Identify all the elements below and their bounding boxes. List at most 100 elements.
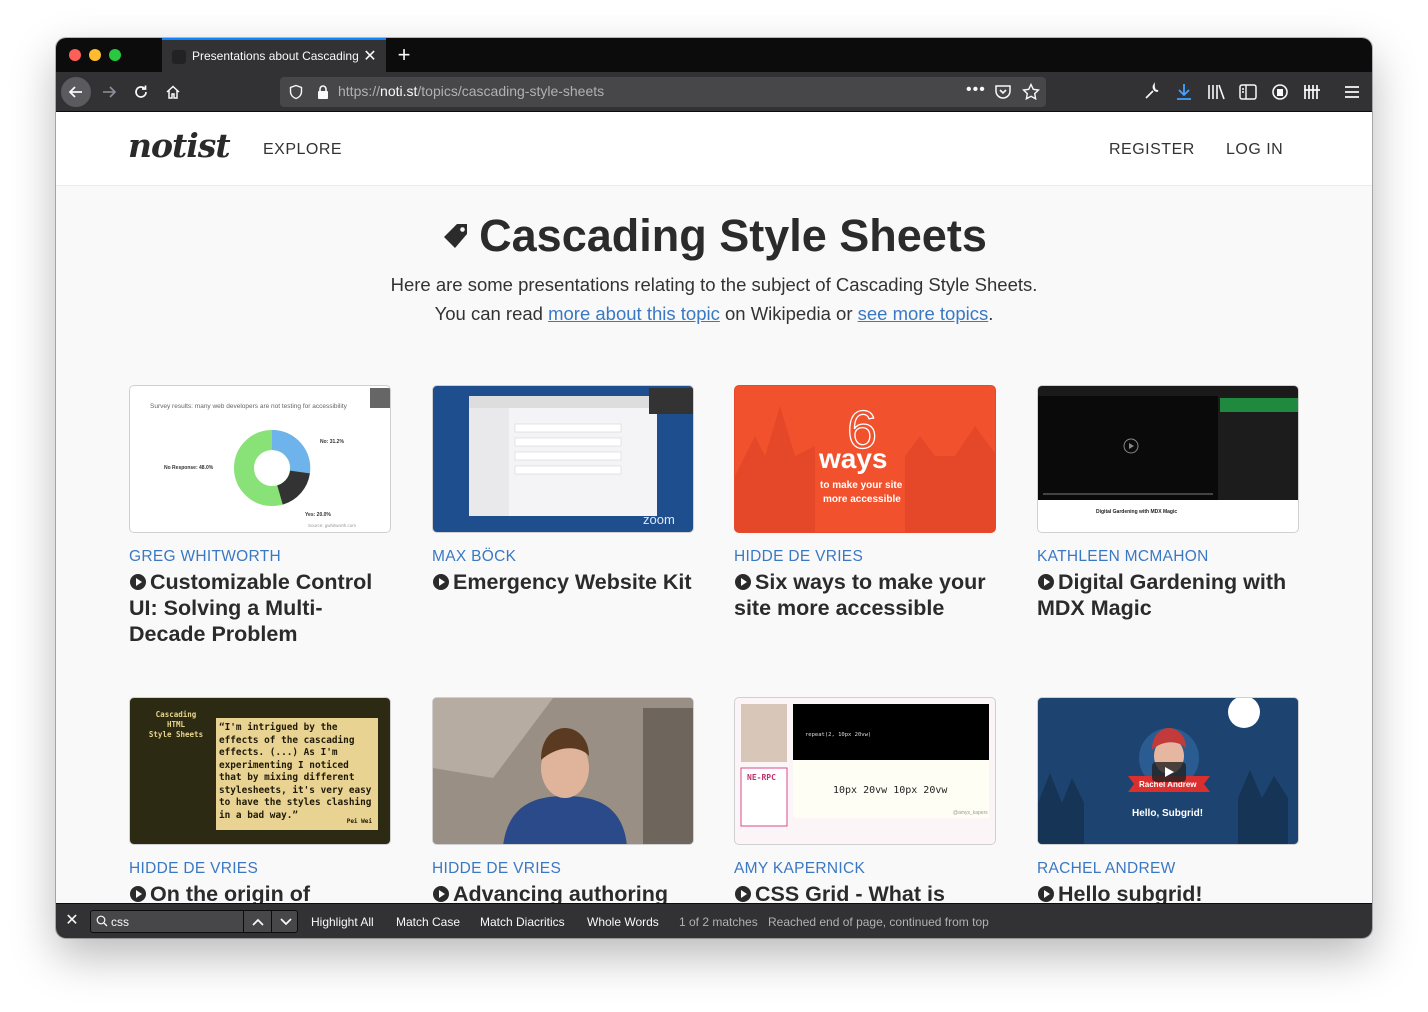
presentation-author[interactable]: HIDDE DE VRIES [129,860,391,878]
match-case-toggle[interactable]: Match Case [396,915,460,929]
presentation-card[interactable]: zoom MAX BÖCK Emergency Website Kit [432,385,694,595]
video-player-slide: Digital Gardening with MDX Magic [1038,386,1298,515]
presentation-thumbnail[interactable]: 6 ways to make your site more accessible [734,385,996,533]
minimize-window-button[interactable] [89,49,101,61]
presentation-card[interactable]: Cascading HTML Style Sheets “I'm intrigu… [129,697,391,903]
library-icon[interactable] [1206,82,1226,102]
lock-icon[interactable] [316,84,330,100]
nav-explore-link[interactable]: EXPLORE [263,141,342,159]
nav-login-link[interactable]: LOG IN [1226,141,1283,159]
presentation-author[interactable]: HIDDE DE VRIES [432,860,694,878]
notist-logo[interactable]: notist [128,126,231,165]
presentation-thumbnail[interactable]: Cascading HTML Style Sheets “I'm intrigu… [129,697,391,845]
url-text[interactable]: https://noti.st/topics/cascading-style-s… [338,83,604,99]
presentation-thumbnail[interactable] [432,697,694,845]
presentation-thumbnail[interactable]: Rachel Andrew Hello, Subgrid! [1037,697,1299,845]
url-host: noti.st [380,83,418,99]
label-no: No: 31.2% [320,439,344,445]
back-button[interactable] [61,77,91,107]
find-bar-close-icon[interactable]: ✕ [62,910,82,930]
intro-middle: on Wikipedia or [724,303,853,324]
play-icon [130,574,146,590]
speaker-video [741,704,787,762]
close-window-button[interactable] [69,49,81,61]
presentation-thumbnail[interactable]: Survey results: many web developers are … [129,385,391,533]
presentation-card[interactable]: HIDDE DE VRIES Advancing authoring [432,697,694,903]
slide-source: Source: gwhitworth.com [308,523,356,528]
more-about-topic-link[interactable]: more about this topic [548,303,720,324]
bookmark-star-icon[interactable] [1022,83,1040,101]
tracking-protection-shield-icon[interactable] [288,84,304,100]
pocket-icon[interactable] [994,84,1012,100]
presentation-author[interactable]: RACHEL ANDREW [1037,860,1299,878]
presentation-card[interactable]: Survey results: many web developers are … [129,385,391,647]
whole-words-toggle[interactable]: Whole Words [587,915,659,929]
page-actions-menu-icon[interactable]: ••• [966,81,986,99]
sidebar-icon[interactable] [1238,82,1258,102]
find-next-button[interactable] [271,911,299,932]
hamburger-menu-icon[interactable] [1342,82,1362,102]
presentation-author[interactable]: HIDDE DE VRIES [734,548,996,566]
play-icon [1038,574,1054,590]
highlight-all-toggle[interactable]: Highlight All [311,915,374,929]
zoom-window-button[interactable] [109,49,121,61]
presentation-author[interactable]: KATHLEEN MCMAHON [1037,548,1299,566]
hello-subgrid-slide: Rachel Andrew Hello, Subgrid! [1038,698,1288,844]
presentation-author[interactable]: MAX BÖCK [432,548,694,566]
url-bar[interactable]: https://noti.st/topics/cascading-style-s… [280,77,1046,107]
presentation-title[interactable]: On the origin of [129,881,391,903]
slide-label-1: Cascading [155,710,197,719]
nav-register-link[interactable]: REGISTER [1109,141,1195,159]
tree-silhouette [1238,770,1288,844]
reload-button[interactable] [126,77,156,107]
presentation-title[interactable]: Six ways to make your site more accessib… [734,569,996,621]
download-icon[interactable] [1174,82,1194,102]
extension-grid-icon[interactable] [1302,82,1322,102]
match-diacritics-toggle[interactable]: Match Diacritics [480,915,565,929]
find-match-count: 1 of 2 matches [679,915,758,929]
presentation-author[interactable]: AMY KAPERNICK [734,860,996,878]
find-previous-button[interactable] [243,911,271,932]
new-tab-button[interactable]: + [394,42,414,68]
find-input[interactable]: css [90,910,298,933]
label-yes: Yes: 20.0% [305,512,331,518]
home-button[interactable] [158,77,188,107]
presentation-thumbnail[interactable]: NE-RPC repeat(2, 10px 20vw) 10px 20vw 10… [734,697,996,845]
extension-icon[interactable] [1270,82,1290,102]
tab-strip: Presentations about Cascading ✕ + [56,38,1372,72]
play-icon [735,886,751,902]
tag-icon [444,224,468,249]
presentation-title-text: Advancing authoring [453,882,668,903]
presentation-title[interactable]: Digital Gardening with MDX Magic [1037,569,1299,621]
building-silhouette [735,406,815,532]
presentation-title[interactable]: Hello subgrid! [1037,881,1299,903]
presentation-title[interactable]: Customizable Control UI: Solving a Multi… [129,569,391,647]
presentation-author[interactable]: GREG WHITWORTH [129,548,391,566]
presentation-title-text: Customizable Control UI: Solving a Multi… [129,570,373,646]
slide-label-3: Style Sheets [148,730,204,739]
presentation-card[interactable]: 6 ways to make your site more accessible… [734,385,996,621]
presentation-title[interactable]: Emergency Website Kit [432,569,694,595]
chevron-up-icon [251,918,264,926]
presentation-thumbnail[interactable]: Digital Gardening with MDX Magic [1037,385,1299,533]
presentation-title[interactable]: Advancing authoring [432,881,694,903]
moon-shape [1228,698,1260,728]
video-progress-track [1043,493,1213,495]
quote-box: “I'm intrigued by the effects of the cas… [216,718,378,830]
intro-line-2: You can read more about this topic on Wi… [56,303,1372,325]
chevron-down-icon [279,917,292,925]
presentation-title[interactable]: CSS Grid - What is [734,881,996,903]
presentation-card[interactable]: Digital Gardening with MDX Magic KATHLEE… [1037,385,1299,621]
wrench-icon[interactable] [1142,82,1162,102]
presentation-title-text: Emergency Website Kit [453,570,692,594]
active-tab[interactable]: Presentations about Cascading ✕ [162,38,386,72]
presentation-card[interactable]: Rachel Andrew Hello, Subgrid! RACHEL AND… [1037,697,1299,903]
url-scheme: https:// [338,83,381,99]
see-more-topics-link[interactable]: see more topics [858,303,989,324]
tab-close-icon[interactable]: ✕ [362,46,378,66]
presentation-card[interactable]: NE-RPC repeat(2, 10px 20vw) 10px 20vw 10… [734,697,996,903]
donut-segment-yes [276,469,310,505]
presentation-thumbnail[interactable]: zoom [432,385,694,533]
list-row [514,423,622,433]
forward-button[interactable] [94,77,124,107]
